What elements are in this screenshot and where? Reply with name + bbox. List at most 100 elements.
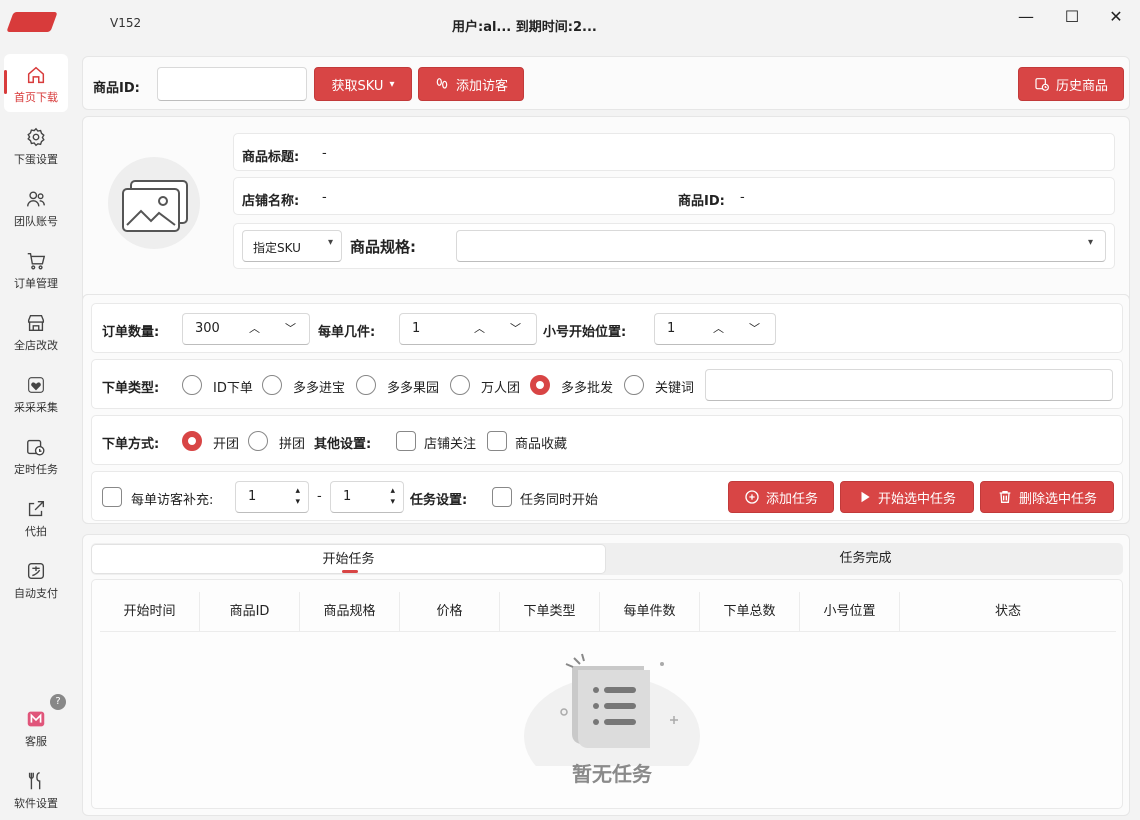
keyword-input[interactable] [705,369,1113,401]
sidebar-item-orders[interactable]: 订单管理 [4,240,68,298]
order-method-label: 下单方式: [102,437,160,452]
add-task-button[interactable]: 添加任务 [728,481,834,513]
sidebar-item-team[interactable]: 团队账号 [4,178,68,236]
simultaneous-label: 任务同时开始 [520,493,599,508]
sku-select[interactable]: 指定SKU ▾ [242,230,342,262]
visitor-from-stepper[interactable]: 1 ▴ ▾ [235,481,309,513]
chevron-down-icon[interactable]: ﹀ [285,320,296,336]
favorite-product-checkbox[interactable] [487,431,507,451]
follow-shop-checkbox[interactable] [396,431,416,451]
app-version: V152 [110,16,142,30]
start-position-stepper[interactable]: 1 ︿ ﹀ [654,313,776,345]
history-label: 历史商品 [1055,78,1108,94]
column-header[interactable]: 下单类型 [500,592,600,632]
chevron-down-icon: ▾ [389,78,395,90]
column-header[interactable]: 每单件数 [600,592,700,632]
sidebar-item-timed[interactable]: 定时任务 [4,426,68,484]
chevron-up-icon[interactable]: ︿ [713,320,724,336]
chevron-down-icon: ▾ [1087,237,1093,248]
sidebar-item-software-settings[interactable]: 软件设置 [4,760,68,818]
radio-group-buy[interactable] [450,375,470,395]
gear-icon [27,127,45,147]
radio-keyword[interactable] [624,375,644,395]
radio-id-order[interactable] [182,375,202,395]
follow-shop-label: 店铺关注 [424,437,477,452]
get-sku-button[interactable]: 获取SKU ▾ [314,67,412,101]
column-header[interactable]: 下单总数 [700,592,800,632]
sidebar-item-collect[interactable]: 采采采集 [4,364,68,422]
image-icon [108,157,200,249]
visitor-from-value: 1 [248,489,257,504]
sidebar-item-pay[interactable]: 自动支付 [4,550,68,608]
plus-circle-icon [745,490,759,504]
order-type-label: 下单类型: [102,381,160,396]
sidebar-item-label: 软件设置 [14,797,58,810]
column-header[interactable]: 开始时间 [100,592,200,632]
radio-wholesale[interactable] [530,375,550,395]
chevron-down-icon[interactable]: ﹀ [749,320,760,336]
updown-icon[interactable]: ▴ ▾ [295,486,300,508]
external-icon [28,500,45,517]
visitor-task-row: 每单访客补充: 1 ▴ ▾ - 1 ▴ ▾ 任务设置: 任务同时开始 添加任务 开始… [91,471,1123,521]
heart-icon [28,377,44,393]
radio-join-group[interactable] [248,431,268,451]
per-order-stepper[interactable]: 1 ︿ ﹀ [399,313,537,345]
product-title-row: 商品标题: - [233,133,1115,171]
shop-name-label: 店铺名称: [242,194,300,209]
other-settings-label: 其他设置: [314,437,372,452]
app-logo [6,12,58,32]
shop-name-value: - [322,190,327,205]
radio-keyword-label: 关键词 [655,381,695,396]
active-tab-indicator [342,570,358,573]
radio-duoduo-orchard[interactable] [356,375,376,395]
spec-select[interactable]: ▾ [456,230,1106,262]
column-header[interactable]: 价格 [400,592,500,632]
history-products-button[interactable]: 历史商品 [1018,67,1124,101]
column-header[interactable]: 商品规格 [300,592,400,632]
minimize-icon[interactable]: — [1012,8,1040,28]
per-order-label: 每单几件: [318,325,376,340]
visitor-to-stepper[interactable]: 1 ▴ ▾ [330,481,404,513]
column-header[interactable]: 商品ID [200,592,300,632]
chevron-up-icon[interactable]: ︿ [249,320,260,336]
chevron-up-icon[interactable]: ︿ [474,320,485,336]
updown-icon[interactable]: ▴ ▾ [390,486,395,508]
sidebar-item-home[interactable]: 首页下载 [4,54,68,112]
main-panel: 商品ID: 获取SKU ▾ 添加访客 历史商品 商品标题: - 店铺名称: - … [80,52,1132,820]
sidebar-item-label: 自动支付 [14,587,58,600]
add-visitor-button[interactable]: 添加访客 [418,67,524,101]
tab-start-tasks[interactable]: 开始任务 [91,544,606,574]
order-qty-stepper[interactable]: 300 ︿ ﹀ [182,313,310,345]
column-header[interactable]: 状态 [900,592,1116,632]
sku-select-value: 指定SKU [253,241,301,255]
start-selected-button[interactable]: 开始选中任务 [840,481,974,513]
close-icon[interactable]: ✕ [1102,8,1130,28]
visitor-to-value: 1 [343,489,352,504]
radio-open-group[interactable] [182,431,202,451]
product-id-input[interactable] [157,67,307,101]
sidebar-item-proxy[interactable]: 代拍 [4,488,68,546]
sidebar-item-support[interactable]: 客服 ? [4,694,68,756]
pay-icon [27,562,45,580]
cart-icon [27,252,46,270]
sidebar-item-label: 全店改改 [14,339,58,352]
visitor-supplement-checkbox[interactable] [102,487,122,507]
help-badge[interactable]: ? [50,694,66,710]
chevron-down-icon[interactable]: ﹀ [510,320,521,336]
tasks-card: 开始任务 任务完成 开始时间 商品ID 商品规格 价格 下单类型 每单件数 下单… [82,534,1130,816]
radio-duoduo-jinbao[interactable] [262,375,282,395]
maximize-icon[interactable]: ☐ [1058,8,1086,28]
sidebar-item-store[interactable]: 全店改改 [4,302,68,360]
column-header[interactable]: 小号位置 [800,592,900,632]
sidebar-item-label: 下蛋设置 [14,153,58,166]
favorite-product-label: 商品收藏 [515,437,568,452]
sidebar-item-settings[interactable]: 下蛋设置 [4,116,68,174]
radio-id-order-label: ID下单 [213,381,253,396]
get-sku-label: 获取SKU [331,78,384,94]
tab-tasks-completed[interactable]: 任务完成 [608,544,1123,574]
sidebar-item-label: 定时任务 [14,463,58,476]
delete-selected-button[interactable]: 删除选中任务 [980,481,1114,513]
start-selected-label: 开始选中任务 [877,491,956,507]
radio-duoduo-orchard-label: 多多果园 [387,381,440,396]
simultaneous-checkbox[interactable] [492,487,512,507]
